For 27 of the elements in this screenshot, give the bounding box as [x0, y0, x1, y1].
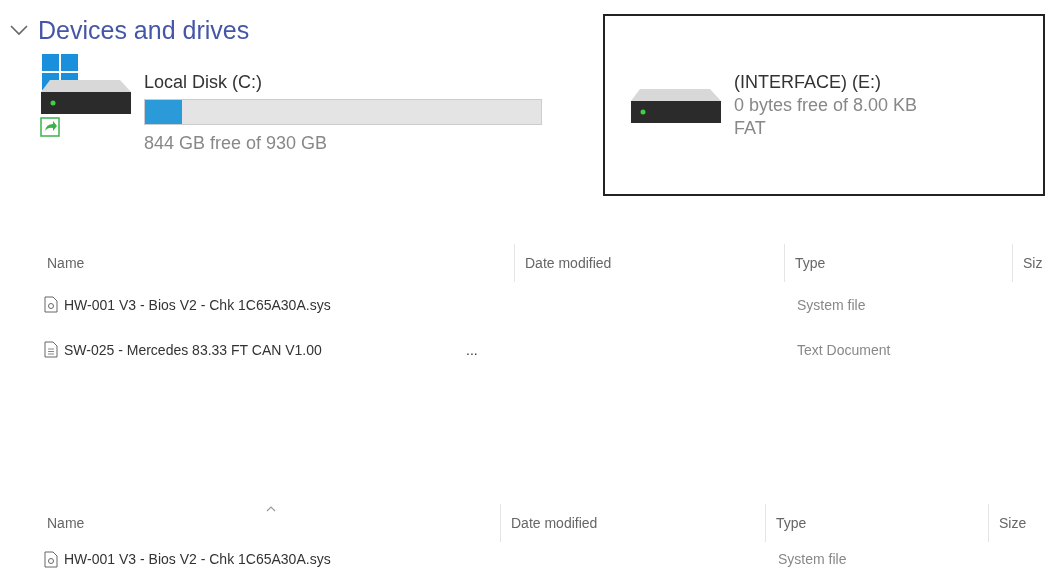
chevron-down-icon[interactable]: [10, 24, 28, 36]
column-header[interactable]: Type: [784, 244, 1012, 282]
drive-tile[interactable]: Local Disk (C:) 844 GB free of 930 GB: [0, 48, 560, 196]
file-type: System file: [778, 551, 847, 567]
section-title: Devices and drives: [38, 15, 250, 45]
column-header[interactable]: Size: [988, 504, 1045, 542]
file-name[interactable]: HW-001 V3 - Bios V2 - Chk 1C65A30A.sys: [64, 551, 331, 567]
ellipsis-text: ...: [466, 341, 478, 358]
drive-name: Local Disk (C:): [144, 72, 264, 93]
drive-details: FAT: [734, 117, 767, 139]
file-type: Text Document: [797, 341, 891, 358]
column-header[interactable]: Name: [44, 244, 514, 282]
column-header[interactable]: Siz: [1012, 244, 1045, 282]
file-type: System file: [797, 296, 866, 313]
drive-name: (INTERFACE) (E:): [734, 71, 882, 93]
column-header[interactable]: Date modified: [514, 244, 784, 282]
column-header[interactable]: Date modified: [500, 504, 765, 542]
system-file-icon: [44, 550, 58, 568]
column-header[interactable]: Type: [765, 504, 988, 542]
drive-details: 0 bytes free of 8.00 KB: [734, 94, 918, 116]
drive-tile[interactable]: (INTERFACE) (E:) 0 bytes free of 8.00 KB FAT: [603, 14, 1045, 196]
column-header[interactable]: Name: [44, 504, 500, 542]
text-file-icon: [44, 341, 58, 358]
drive-details: 844 GB free of 930 GB: [144, 133, 329, 154]
system-file-icon: [44, 296, 58, 313]
file-name[interactable]: SW-025 - Mercedes 83.33 FT CAN V1.00: [64, 341, 322, 358]
file-name[interactable]: HW-001 V3 - Bios V2 - Chk 1C65A30A.sys: [64, 296, 331, 313]
